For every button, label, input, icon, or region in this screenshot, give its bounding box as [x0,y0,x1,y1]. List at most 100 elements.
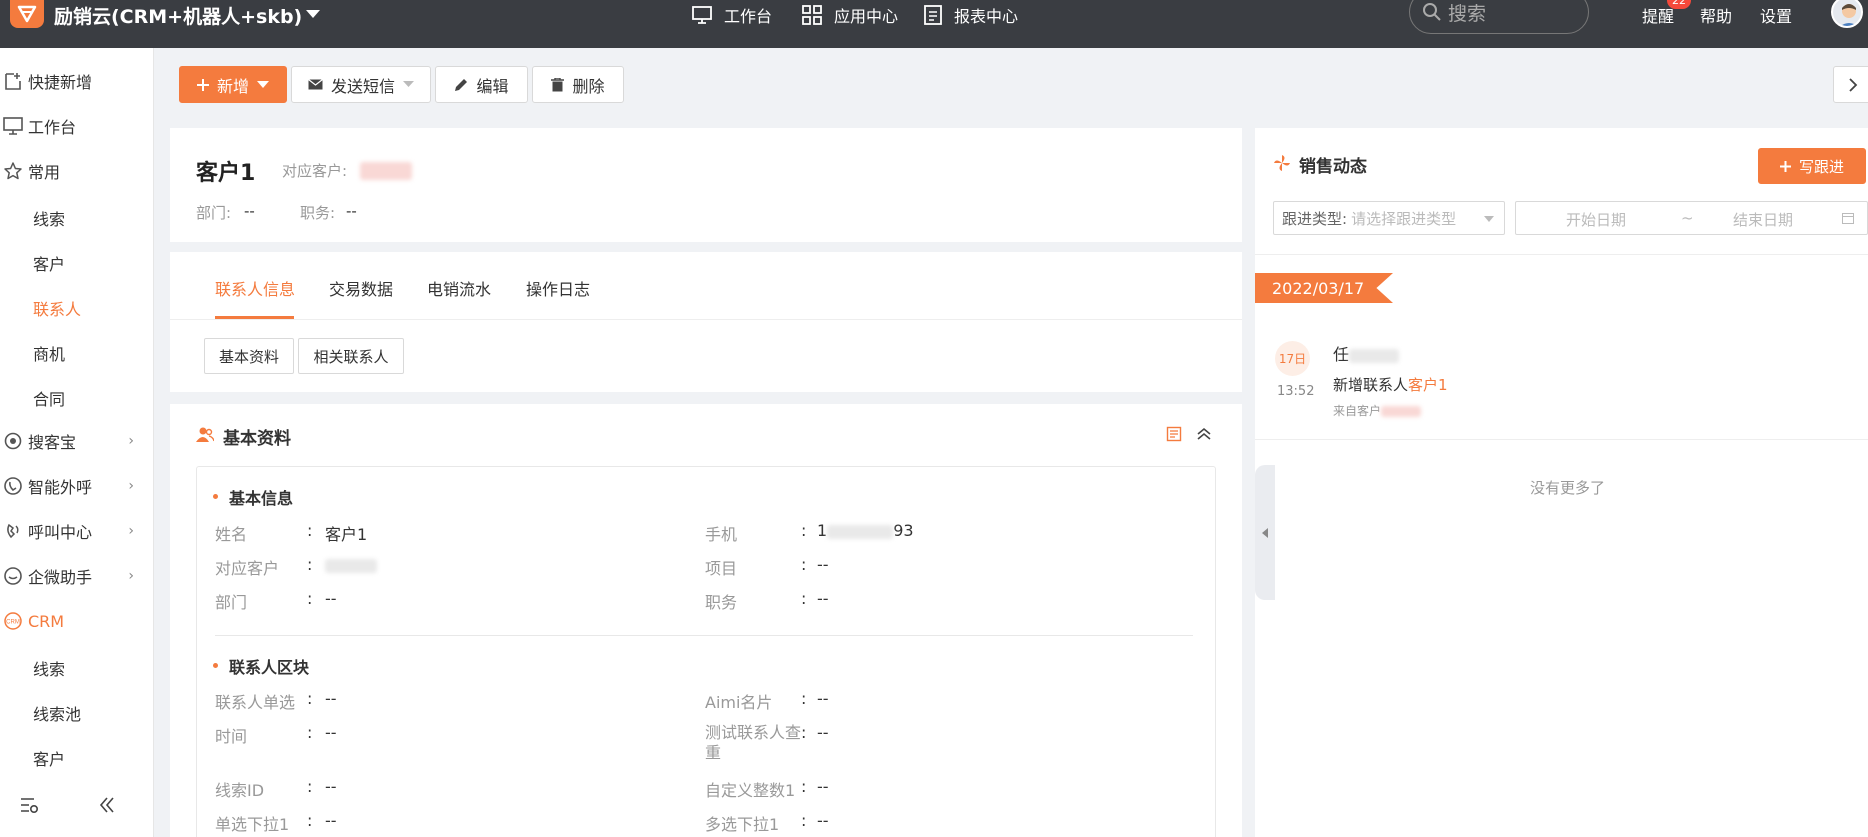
divider [1255,254,1868,255]
note-icon[interactable] [1166,426,1182,446]
sidebar-item-customers[interactable]: 客户 [33,251,65,275]
panel-collapse-handle[interactable] [1255,465,1275,600]
nav-label: 报表中心 [954,7,1019,26]
entry-user: 任 [1333,341,1400,365]
edit-button[interactable]: 编辑 [435,66,528,103]
avatar[interactable] [1831,0,1863,28]
sidebar-item-quick-add[interactable]: 快捷新增 [0,61,154,101]
chevron-right-icon: › [128,568,134,584]
field-value-custom-int: -- [817,777,829,796]
report-icon [924,5,942,25]
add-button[interactable]: 新增 [179,66,287,103]
date-tag: 2022/03/17 [1255,273,1393,303]
customer-value-blurred [360,162,412,180]
search-globe-icon [0,431,28,451]
caret-left-icon [1262,527,1268,538]
sidebar: 快捷新增 工作台 常用 线索 客户 联系人 商机 合同 搜客宝 › 智能外呼 ›… [0,48,154,837]
entry-contact-link[interactable]: 客户1 [1408,376,1448,394]
subtab-basic-info[interactable]: 基本资料 [204,338,294,374]
collapse-sidebar-icon[interactable] [98,796,116,818]
pencil-icon [455,78,468,91]
field-value-dedupe: -- [817,723,829,742]
delete-button[interactable]: 删除 [532,66,624,103]
sidebar-item-call-center[interactable]: 呼叫中心 › [0,511,154,551]
app-title[interactable]: 励销云(CRM+机器人+skb) [54,2,302,29]
field-label-contact-radio: 联系人单选 [215,693,296,712]
start-date-placeholder: 开始日期 [1566,211,1627,229]
sidebar-item-common[interactable]: 常用 [0,151,154,191]
block-title: 联系人区块 [229,658,310,677]
sidebar-item-contacts[interactable]: 联系人 [33,296,81,320]
sidebar-item-leads[interactable]: 线索 [33,206,65,230]
field-label-title: 职务 [705,593,738,612]
divider [170,319,1242,320]
chevron-right-icon: › [128,523,134,539]
nav-app-center[interactable]: 应用中心 [802,0,898,30]
next-page-button[interactable] [1833,66,1868,103]
date-range-picker[interactable]: 开始日期 ~ 结束日期 [1515,201,1868,235]
sales-title: 销售动态 [1299,157,1367,177]
search-input[interactable]: 搜索 [1409,0,1589,34]
field-label-project: 项目 [705,559,738,578]
followup-type-select[interactable]: 跟进类型: 请选择跟进类型 [1273,201,1505,235]
send-sms-button[interactable]: 发送短信 [291,66,431,103]
nav-workbench[interactable]: 工作台 [692,0,772,30]
calendar-icon [1842,213,1854,224]
tab-transaction-data[interactable]: 交易数据 [329,276,393,300]
nav-label: 应用中心 [834,7,899,26]
headset-icon [0,521,28,541]
collapse-icon[interactable] [1196,426,1212,446]
add-document-icon [0,71,28,91]
tabs-card: 联系人信息 交易数据 电销流水 操作日志 基本资料 相关联系人 [170,252,1242,392]
info-title: 基本信息 [229,489,294,508]
tab-operation-log[interactable]: 操作日志 [526,276,590,300]
sidebar-item-wecom-assistant[interactable]: 企微助手 › [0,556,154,596]
entry-day-badge: 17日 [1275,341,1310,376]
caret-down-icon [1484,216,1494,222]
no-more-text: 没有更多了 [1530,479,1606,497]
menu-settings-icon[interactable] [20,796,40,818]
contact-name: 客户1 [196,161,256,186]
field-label-dept: 部门 [215,593,248,612]
bullet [213,494,218,499]
app-logo[interactable] [10,0,44,28]
chat-icon [0,566,28,586]
caret-down-icon [403,81,414,87]
field-value-multi-select: -- [817,811,829,830]
entry-time: 13:52 [1277,384,1315,399]
contact-header-card: 客户1 对应客户: 部门: -- 职务: -- [170,128,1242,242]
field-value-dept: -- [325,589,337,608]
plus-icon [1779,160,1791,172]
sidebar-item-opportunities[interactable]: 商机 [33,341,65,365]
field-label-dedupe: 测试联系人查重 [705,723,802,762]
tab-telesales-log[interactable]: 电销流水 [427,276,491,300]
chevron-down-icon[interactable] [306,10,320,18]
nav-report-center[interactable]: 报表中心 [924,0,1018,30]
date-separator: ~ [1681,209,1694,227]
help-link[interactable]: 帮助 [1700,3,1732,27]
sidebar-item-crm-leads[interactable]: 线索 [33,656,65,680]
field-label-aimi-card: Aimi名片 [705,693,773,712]
sidebar-item-soukebao[interactable]: 搜客宝 › [0,421,154,461]
chevron-right-icon: › [128,433,134,449]
field-value-contact-radio: -- [325,689,337,708]
field-label-custom-int: 自定义整数1 [705,781,796,800]
search-icon [1423,3,1441,21]
users-icon [196,426,215,448]
sidebar-item-workbench[interactable]: 工作台 [0,106,154,146]
settings-link[interactable]: 设置 [1760,3,1792,27]
star-icon [0,161,28,181]
sidebar-item-smart-call[interactable]: 智能外呼 › [0,466,154,506]
sidebar-item-crm-customers[interactable]: 客户 [33,746,65,770]
sidebar-item-crm[interactable]: CRM CRM [0,601,154,641]
write-followup-button[interactable]: 写跟进 [1758,148,1866,184]
sidebar-item-contracts[interactable]: 合同 [33,386,65,410]
reminder-badge: 22 [1667,0,1691,9]
field-label-single-select: 单选下拉1 [215,815,290,834]
tab-contact-info[interactable]: 联系人信息 [215,276,295,300]
subtab-related-contacts[interactable]: 相关联系人 [298,338,404,374]
sidebar-item-crm-lead-pool[interactable]: 线索池 [33,701,81,725]
field-value-mobile: 1 93 [817,521,914,540]
section-title: 基本资料 [223,429,291,449]
bullet [213,663,218,668]
